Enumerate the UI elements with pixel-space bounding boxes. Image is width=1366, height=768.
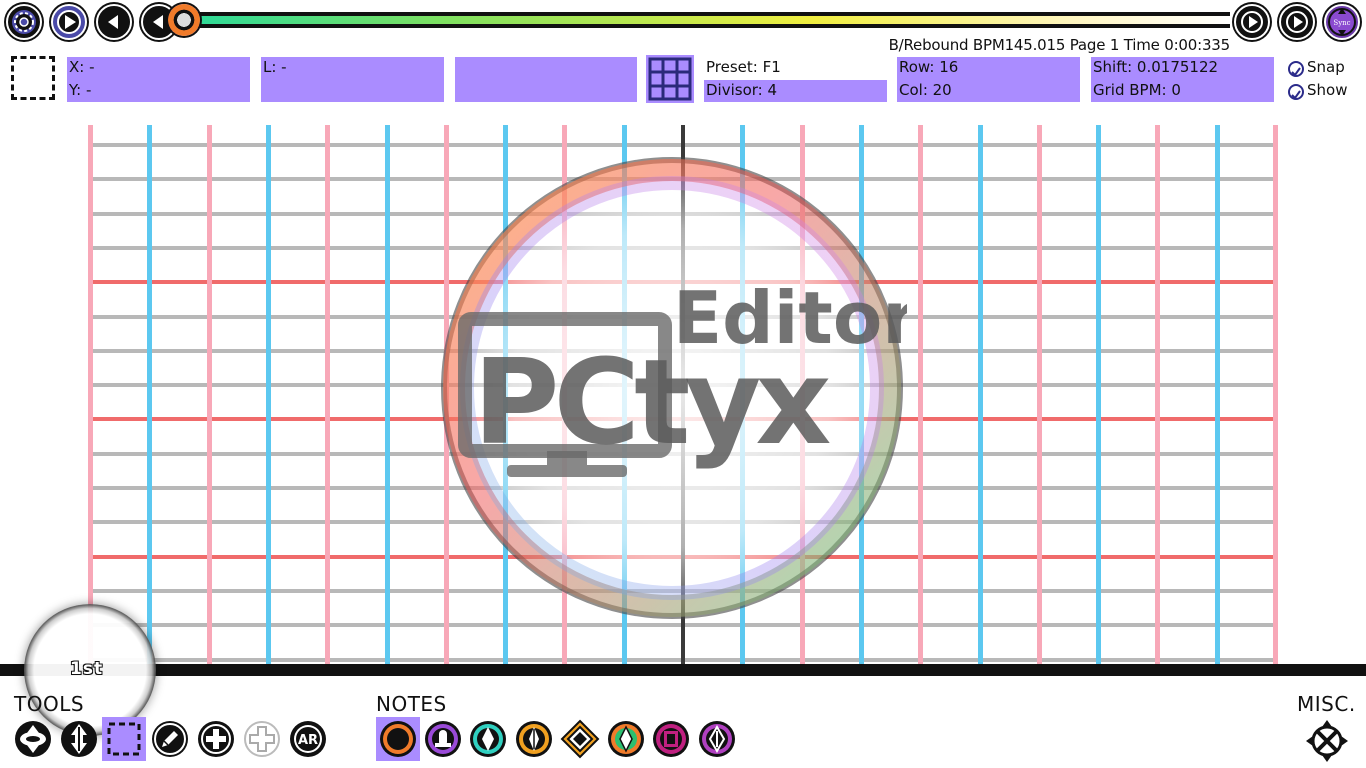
chain-note-button[interactable] bbox=[651, 719, 691, 759]
grid-column-line bbox=[1214, 125, 1220, 665]
blank-panel bbox=[455, 57, 637, 102]
settings-button[interactable] bbox=[6, 4, 42, 40]
pencil-tool-button[interactable] bbox=[150, 719, 190, 759]
l-label: L: - bbox=[263, 58, 287, 76]
x-label: X: - bbox=[69, 58, 95, 76]
status-line: B/Rebound BPM145.015 Page 1 Time 0:00:33… bbox=[888, 36, 1231, 54]
step-back-button[interactable] bbox=[96, 4, 132, 40]
add-tool-icon bbox=[198, 721, 234, 757]
magnifier-label: 1st bbox=[70, 659, 104, 679]
pencil-tool-icon bbox=[152, 721, 188, 757]
grid-icon bbox=[648, 57, 692, 101]
divisor-label[interactable]: Divisor: 4 bbox=[706, 81, 777, 99]
chain-note-icon bbox=[653, 721, 689, 757]
pctyx-editor-logo: Editor PCtyx bbox=[441, 157, 907, 619]
arrow-note-button[interactable] bbox=[606, 719, 646, 759]
select-tool-button[interactable] bbox=[102, 717, 146, 761]
timeline-fill bbox=[186, 16, 1230, 24]
length-panel bbox=[261, 57, 444, 102]
move-tool-button[interactable] bbox=[13, 719, 53, 759]
grid-column-line bbox=[88, 125, 93, 665]
grid-column-line bbox=[1273, 125, 1278, 665]
hold-note-icon bbox=[425, 721, 461, 757]
select-tool-icon bbox=[107, 722, 141, 756]
grid-column-line bbox=[147, 125, 153, 665]
misc-arrows-icon bbox=[1306, 720, 1348, 762]
special-note-icon bbox=[699, 721, 735, 757]
grid-column-line bbox=[384, 125, 390, 665]
shift-label[interactable]: Shift: 0.0175122 bbox=[1093, 58, 1218, 76]
check-icon bbox=[1291, 90, 1301, 100]
flip-tool-icon bbox=[61, 721, 97, 757]
tap-note-button[interactable] bbox=[376, 717, 420, 761]
show-label: Show bbox=[1307, 81, 1348, 99]
add-tool-button[interactable] bbox=[196, 719, 236, 759]
step-forward-button[interactable] bbox=[1279, 4, 1315, 40]
sync-button[interactable]: Sync bbox=[1324, 4, 1360, 40]
diamond-note-button[interactable] bbox=[560, 719, 600, 759]
flick-note-icon bbox=[516, 721, 552, 757]
grid-bpm-label[interactable]: Grid BPM: 0 bbox=[1093, 81, 1181, 99]
ar-tool-icon: AR bbox=[290, 721, 326, 757]
grid-column-line bbox=[265, 125, 271, 665]
arrow-note-icon bbox=[608, 721, 644, 757]
notes-label: NOTES bbox=[376, 692, 447, 716]
tap-note-icon bbox=[380, 721, 416, 757]
play-button[interactable] bbox=[51, 4, 87, 40]
preset-label: Preset: F1 bbox=[706, 58, 781, 76]
move-tool-icon bbox=[15, 721, 51, 757]
show-checkbox[interactable] bbox=[1288, 84, 1304, 100]
add-outline-tool-icon bbox=[244, 721, 280, 757]
grid-column-line bbox=[1155, 125, 1161, 665]
row-label[interactable]: Row: 16 bbox=[899, 58, 958, 76]
play-icon bbox=[57, 10, 81, 34]
sync-label: Sync bbox=[1333, 19, 1350, 27]
ar-tool-text: AR bbox=[298, 733, 318, 748]
logo-word-pctyx: PCtyx bbox=[473, 333, 830, 471]
timeline-track[interactable] bbox=[186, 12, 1230, 28]
triangle-right-icon bbox=[1286, 11, 1308, 33]
grid-column-line bbox=[1036, 125, 1042, 665]
snap-checkbox[interactable] bbox=[1288, 61, 1304, 77]
col-label[interactable]: Col: 20 bbox=[899, 81, 952, 99]
flick-note-button[interactable] bbox=[514, 719, 554, 759]
misc-button[interactable] bbox=[1305, 719, 1349, 763]
hold-note-button[interactable] bbox=[423, 719, 463, 759]
triangle-right-icon bbox=[1241, 11, 1263, 33]
special-note-button[interactable] bbox=[697, 719, 737, 759]
diamond-note-icon bbox=[560, 719, 600, 759]
grid-column-line bbox=[977, 125, 983, 665]
grid-preset-button[interactable] bbox=[646, 55, 694, 103]
drag-note-icon bbox=[470, 721, 506, 757]
ar-tool-button[interactable]: AR bbox=[288, 719, 328, 759]
selection-indicator bbox=[11, 56, 55, 100]
gear-icon bbox=[12, 10, 36, 34]
flip-tool-button[interactable] bbox=[59, 719, 99, 759]
drag-note-button[interactable] bbox=[468, 719, 508, 759]
y-label: Y: - bbox=[69, 81, 92, 99]
next-page-button[interactable] bbox=[1234, 4, 1270, 40]
add-outline-tool-button[interactable] bbox=[242, 719, 282, 759]
timeline-knob[interactable] bbox=[168, 4, 200, 36]
grid-column-line bbox=[206, 125, 212, 665]
bottom-divider bbox=[0, 664, 1366, 676]
check-icon bbox=[1291, 67, 1301, 77]
grid-column-line bbox=[1096, 125, 1102, 665]
tools-label: TOOLS bbox=[14, 692, 85, 716]
snap-label: Snap bbox=[1307, 58, 1345, 76]
misc-label: MISC. bbox=[1297, 692, 1356, 716]
triangle-left-icon bbox=[108, 15, 118, 29]
grid-column-line bbox=[918, 125, 924, 665]
grid-column-line bbox=[325, 125, 331, 665]
sync-icon: Sync bbox=[1328, 8, 1356, 36]
